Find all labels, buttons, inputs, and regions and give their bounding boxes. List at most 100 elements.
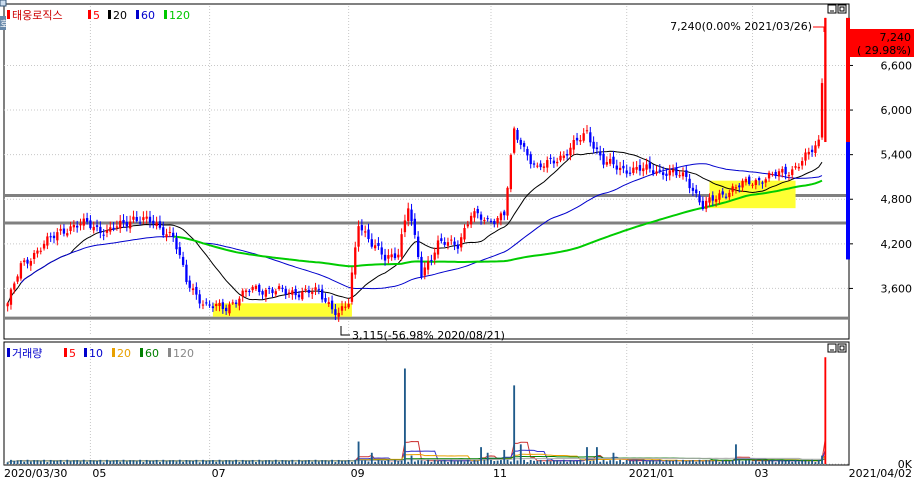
candle-body [320,289,324,300]
candle-body [652,170,655,174]
candle-body [628,172,632,174]
candle-body [814,145,817,154]
candle-body [625,170,628,174]
date-tick-label: 11 [493,467,507,480]
candle-body [407,208,410,222]
candle-body [181,256,185,265]
candle-body [609,158,612,164]
candle-body [754,179,757,186]
candle-body [109,227,112,232]
candle-body [297,294,301,298]
date-tick-label: 09 [351,467,365,480]
candle-body [440,238,443,242]
candle-body [410,209,413,222]
candle-body [675,167,678,176]
candle-body [82,218,85,226]
candle-body [615,165,618,170]
candle-body [198,294,201,304]
candle-body [228,304,231,314]
minimize-button[interactable] [827,4,837,14]
candle-body [23,260,26,263]
candle-body [42,243,46,249]
maximize-button[interactable] [837,4,847,14]
candle-body [185,264,188,282]
candle-body [559,155,562,161]
date-tick-label: 2021/04/02 [849,467,912,480]
candle-body [201,304,205,306]
candle-body [59,228,62,231]
candle-body [777,171,781,177]
volume-legend-swatch [168,348,171,357]
volume-legend-swatch [112,348,115,357]
candle-body [701,200,705,209]
candle-body [423,267,426,276]
candle-body [377,243,380,246]
date-tick-label: 03 [755,467,769,480]
candle-body [688,178,691,189]
candle-body [618,167,622,171]
candle-body [115,226,119,228]
candle-body [125,221,128,227]
volume-legend-label: 10 [89,347,103,360]
candle-body [66,233,69,236]
candle-body [347,303,350,308]
candle-body [188,280,191,288]
price-legend-swatch [164,10,167,19]
candle-body [738,185,741,188]
candle-body [473,211,476,218]
candle-body [248,290,251,293]
candle-body [72,224,76,228]
candle-body [496,218,499,224]
candle-body [304,289,307,291]
stock-chart: 6,6006,0005,4004,8004,2003,600 20,000K0K… [0,0,914,480]
candle-body [52,235,56,239]
candle-body [311,292,314,294]
candle-body [291,290,294,295]
candle-body [718,193,721,200]
candle-body [387,255,390,259]
candle-body [589,132,592,143]
last-change: ( 29.98%) [857,44,911,57]
candle-body [281,287,284,289]
candle-body [416,236,420,257]
candle-body [16,276,19,282]
candle-body [781,169,784,173]
volume-minimize-button[interactable] [827,343,837,353]
candle-body [390,254,393,258]
candle-body [6,303,9,307]
price-legend-label: 5 [93,9,100,22]
volume-maximize-button[interactable] [837,343,847,353]
candle-body [79,223,82,226]
candle-body [513,128,516,153]
candle-body [49,236,52,238]
candle-body [13,283,16,290]
candle-body [251,286,254,291]
candle-body [748,176,751,185]
candle-body [691,187,695,191]
candle-body [771,173,774,175]
candle-body [350,272,354,302]
candle-body [575,137,579,141]
corner-button[interactable] [0,0,7,7]
candle-body [787,175,791,177]
candle-body [460,237,463,248]
candle-body [622,165,625,169]
candle-body [373,245,377,249]
candle-body [360,225,364,231]
candle-body [731,186,734,192]
candle-body [529,154,532,165]
candle-body [287,292,291,294]
candle-body [221,302,224,310]
candle-body [503,211,506,216]
candle-body [403,220,407,233]
volume-marker-icon [7,348,10,357]
price-tick-label: 4,200 [881,238,913,251]
candle-body [284,288,287,295]
candle-body [602,153,605,165]
candle-body [724,196,728,198]
candle-body [807,151,810,155]
candle-body [138,222,142,224]
candle-body [258,284,261,292]
candle-body [671,169,675,173]
candle-body [810,149,814,153]
